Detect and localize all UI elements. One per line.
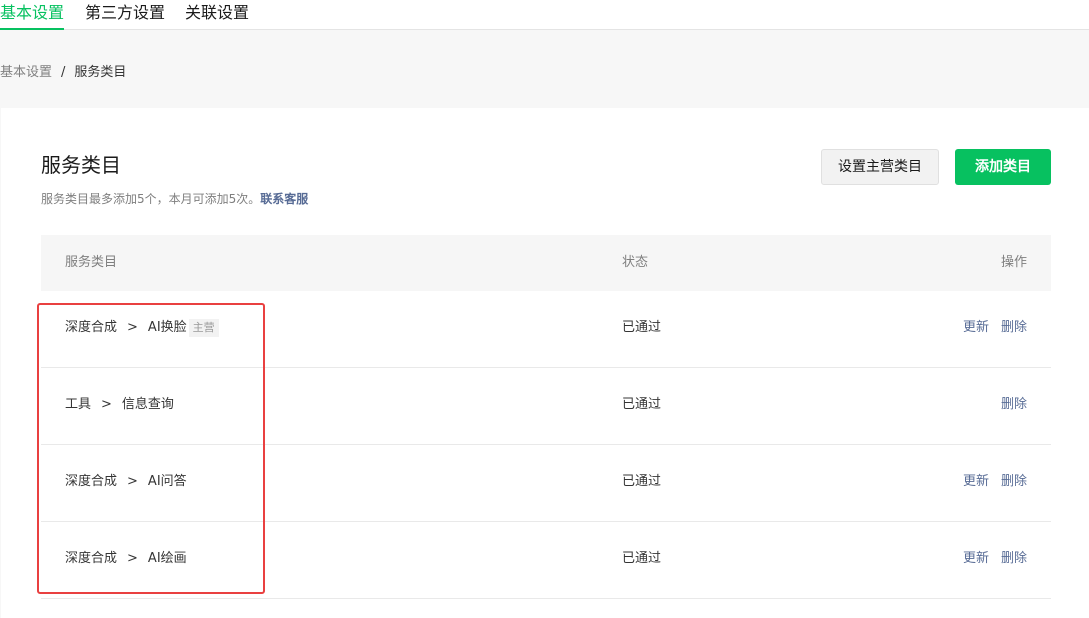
status-text: 已通过 xyxy=(622,397,662,412)
tab-third-party-settings[interactable]: 第三方设置 xyxy=(85,3,165,30)
row-actions: 更新 删除 xyxy=(963,550,1027,568)
status-text: 已通过 xyxy=(622,551,662,566)
breadcrumb-basic-settings[interactable]: 基本设置 xyxy=(0,65,52,80)
update-link[interactable]: 更新 xyxy=(963,320,989,335)
add-category-button[interactable]: 添加类目 xyxy=(955,149,1051,185)
section-description: 服务类目最多添加5个，本月可添加5次。联系客服 xyxy=(41,190,308,208)
table-header: 服务类目 状态 操作 xyxy=(41,235,1051,291)
description-text: 服务类目最多添加5个，本月可添加5次。 xyxy=(41,192,261,206)
highlight-box xyxy=(37,303,265,594)
header-category: 服务类目 xyxy=(65,255,118,270)
row-actions: 更新 删除 xyxy=(963,319,1027,337)
breadcrumb-separator: / xyxy=(61,65,66,80)
row-actions: 更新 删除 xyxy=(963,473,1027,491)
breadcrumb: 基本设置 / 服务类目 xyxy=(0,64,126,82)
breadcrumb-current: 服务类目 xyxy=(74,65,127,80)
status-text: 已通过 xyxy=(622,320,662,335)
set-main-category-button[interactable]: 设置主营类目 xyxy=(821,149,939,185)
delete-link[interactable]: 删除 xyxy=(1001,474,1027,489)
row-actions: 删除 xyxy=(1001,396,1027,414)
contact-support-link[interactable]: 联系客服 xyxy=(260,192,308,206)
delete-link[interactable]: 删除 xyxy=(1001,320,1027,335)
status-text: 已通过 xyxy=(622,474,662,489)
header-ops: 操作 xyxy=(1000,255,1027,270)
update-link[interactable]: 更新 xyxy=(963,551,989,566)
header-status: 状态 xyxy=(622,255,649,270)
delete-link[interactable]: 删除 xyxy=(1001,397,1027,412)
tab-basic-settings[interactable]: 基本设置 xyxy=(0,3,65,30)
page-title: 服务类目 xyxy=(41,153,121,177)
tab-related-settings[interactable]: 关联设置 xyxy=(185,3,249,30)
top-nav: 基本设置 第三方设置 关联设置 xyxy=(0,0,1089,30)
delete-link[interactable]: 删除 xyxy=(1001,551,1027,566)
update-link[interactable]: 更新 xyxy=(963,474,989,489)
